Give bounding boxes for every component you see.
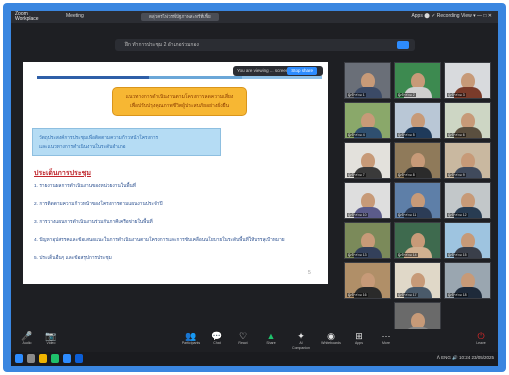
participant-name: ผู้เข้าร่วม 12: [447, 213, 468, 217]
search-text: ฝึก ทำการประชุม 2 อำเภอร่วมกอง: [125, 42, 199, 48]
leave-label: Leave: [476, 341, 486, 345]
slide-item: 2. การติดตามความก้าวหน้าของโครงการตามแผน…: [34, 202, 163, 207]
participant-video-tile[interactable]: ผู้เข้าร่วม 5: [394, 102, 441, 139]
react-button[interactable]: ♡ React: [233, 331, 253, 346]
participant-name: ผู้เข้าร่วม 18: [447, 293, 468, 297]
top-toolbar: ฝึก ทำการประชุม 2 อำเภอร่วมกอง: [11, 23, 498, 58]
share-status-text: You are viewing ... screen: [237, 68, 289, 73]
more-button[interactable]: ⋯ More: [376, 331, 396, 346]
participant-name: ผู้เข้าร่วม 8: [397, 173, 416, 177]
edge-icon[interactable]: [63, 354, 71, 363]
apps-button[interactable]: ⊞ Apps: [349, 331, 369, 346]
search-input[interactable]: ฝึก ทำการประชุม 2 อำเภอร่วมกอง: [115, 39, 415, 51]
slide-color-strip: [242, 76, 322, 79]
title-bar: Zoom Workplace Meeting ตลุ่วครไฟวรพี่ปัฐ…: [11, 11, 498, 23]
ai-companion-button[interactable]: ✦ AI Companion: [291, 331, 311, 351]
participants-button[interactable]: 👥 Participants: [181, 331, 201, 346]
participant-name: ผู้เข้าร่วม 3: [447, 93, 466, 97]
share-control-bar[interactable]: You are viewing ... screen Stop share: [233, 66, 323, 76]
participant-video-tile[interactable]: ผู้เข้าร่วม 15: [444, 222, 491, 259]
participant-name: ผู้เข้าร่วม 6: [447, 133, 466, 137]
participant-name: ผู้เข้าร่วม 10: [347, 213, 368, 217]
slide-color-strip: [37, 76, 149, 79]
participant-video-tile[interactable]: ผู้เข้าร่วม 13: [344, 222, 391, 259]
slide-item: 5. ประเด็นอื่นๆ และข้อสรุปการประชุม: [34, 256, 112, 261]
participant-video-tile[interactable]: ผู้เข้าร่วม 9: [444, 142, 491, 179]
participant-video-tile[interactable]: ผู้เข้าร่วม 10: [344, 182, 391, 219]
leave-button[interactable]: ⏻ Leave: [471, 331, 491, 346]
slide-item: 3. การวางแผนการดำเนินงานร่วมกับภาคีเครือ…: [34, 220, 153, 225]
search-button[interactable]: [397, 41, 409, 49]
slide-color-strip: [149, 76, 242, 79]
slide-heading: ประเด็นการประชุม: [34, 170, 91, 177]
zoom-taskbar-icon[interactable]: [75, 354, 83, 363]
participants-label: Participants: [181, 341, 201, 345]
participant-video-tile[interactable]: ผู้เข้าร่วม 4: [344, 102, 391, 139]
slide-objective-box: วัตถุประสงค์การประชุมเพื่อติดตามความก้าว…: [32, 128, 221, 156]
share-label: Share: [266, 341, 276, 345]
mute-label: Audio: [22, 341, 32, 345]
participant-name: ผู้เข้าร่วม 1: [347, 93, 366, 97]
participant-name: ผู้เข้าร่วม 16: [347, 293, 368, 297]
video-button[interactable]: 📷 Video: [41, 331, 61, 346]
window-status[interactable]: Apps ⬤ ✓ Recording View ▾ — □ ✕: [411, 13, 492, 19]
share-button[interactable]: ▲ Share: [261, 331, 281, 346]
stop-share-button[interactable]: Stop share: [287, 67, 317, 75]
chrome-icon[interactable]: [51, 354, 59, 363]
slide-item: 4. ปัญหาอุปสรรคและข้อเสนอแนะในการดำเนินง…: [34, 238, 285, 243]
slide-item: 1. รายงานผลการดำเนินงานของหน่วยงานในพื้น…: [34, 184, 136, 189]
more-label: More: [382, 341, 390, 345]
chat-label: Chat: [213, 341, 221, 345]
participant-video-tile[interactable]: ผู้เข้าร่วม 12: [444, 182, 491, 219]
participant-name: ผู้เข้าร่วม 15: [447, 253, 468, 257]
video-label: Video: [46, 341, 56, 345]
react-label: React: [238, 341, 248, 345]
shared-slide: แนวทางการดำเนินงานตามโครงการลดความเสี่ยง…: [23, 62, 328, 284]
participant-name: ผู้เข้าร่วม 13: [347, 253, 368, 257]
participant-name: ผู้เข้าร่วม 7: [347, 173, 366, 177]
participant-gallery: ผู้เข้าร่วม 1 ผู้เข้าร่วม 2 ผู้เข้าร่วม 3 ผ…: [344, 62, 496, 339]
slide-page-number: 5: [308, 270, 311, 276]
participant-name: ผู้เข้าร่วม 11: [397, 213, 418, 217]
os-taskbar: ᐱ ENG 🔊 10:24 23/05/2025: [11, 352, 498, 366]
participant-video-tile[interactable]: ผู้เข้าร่วม 16: [344, 262, 391, 299]
meeting-controls: 🎤 Audio 📷 Video 👥 Participants 💬 Chat ♡ React…: [11, 329, 498, 351]
participant-name: ผู้เข้าร่วม 9: [447, 173, 466, 177]
participant-video-tile[interactable]: ผู้เข้าร่วม 18: [444, 262, 491, 299]
ai-companion-label: AI Companion: [292, 341, 310, 350]
windows-start-icon[interactable]: [15, 354, 23, 363]
participant-video-tile[interactable]: ผู้เข้าร่วม 17: [394, 262, 441, 299]
participant-video-tile[interactable]: ผู้เข้าร่วม 8: [394, 142, 441, 179]
participant-name: ผู้เข้าร่วม 4: [347, 133, 366, 137]
participant-video-tile[interactable]: ผู้เข้าร่วม 6: [444, 102, 491, 139]
participant-name: ผู้เข้าร่วม 17: [397, 293, 418, 297]
meeting-tab[interactable]: Meeting: [66, 13, 84, 19]
apps-label: Apps: [355, 341, 363, 345]
search-icon[interactable]: [27, 354, 35, 363]
participant-video-tile[interactable]: ผู้เข้าร่วม 1: [344, 62, 391, 99]
share-url-chip[interactable]: ตลุ่วครไฟวรพี่ปัฐภาพสะทร์ที่เฟี้ย: [141, 13, 219, 21]
photo-frame: Zoom Workplace Meeting ตลุ่วครไฟวรพี่ปัฐ…: [3, 3, 506, 372]
participant-video-tile[interactable]: ผู้เข้าร่วม 14: [394, 222, 441, 259]
slide-title-box: แนวทางการดำเนินงานตามโครงการลดความเสี่ยง…: [112, 87, 247, 116]
whiteboards-button[interactable]: ◉ Whiteboards: [321, 331, 341, 346]
mute-button[interactable]: 🎤 Audio: [17, 331, 37, 346]
participant-name: ผู้เข้าร่วม 14: [397, 253, 418, 257]
participant-name: ผู้เข้าร่วม 5: [397, 133, 416, 137]
participant-video-tile[interactable]: ผู้เข้าร่วม 2: [394, 62, 441, 99]
participant-name: ผู้เข้าร่วม 2: [397, 93, 416, 97]
participant-video-tile[interactable]: ผู้เข้าร่วม 11: [394, 182, 441, 219]
system-tray[interactable]: ᐱ ENG 🔊 10:24 23/05/2025: [437, 355, 494, 361]
whiteboards-label: Whiteboards: [321, 341, 341, 345]
slide-item-list: 1. รายงานผลการดำเนินงานของหน่วยงานในพื้น…: [34, 183, 324, 273]
zoom-window: Zoom Workplace Meeting ตลุ่วครไฟวรพี่ปัฐ…: [11, 11, 498, 366]
file-explorer-icon[interactable]: [39, 354, 47, 363]
participant-video-tile[interactable]: ผู้เข้าร่วม 7: [344, 142, 391, 179]
chat-button[interactable]: 💬 Chat: [207, 331, 227, 346]
app-name: Zoom Workplace: [15, 11, 39, 22]
participant-video-tile[interactable]: ผู้เข้าร่วม 3: [444, 62, 491, 99]
